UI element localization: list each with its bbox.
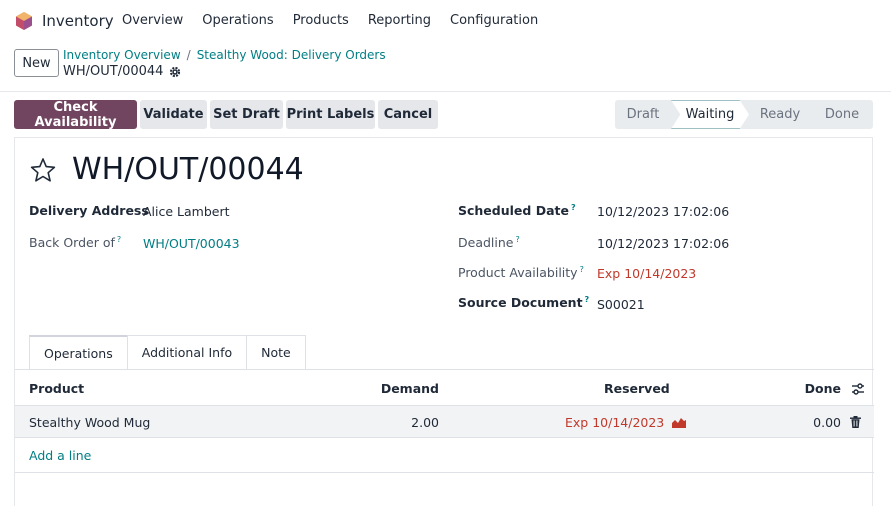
check-availability-button[interactable]: Check Availability <box>14 100 137 130</box>
source-document-value[interactable]: S00021 <box>597 297 645 312</box>
tab-additional-info[interactable]: Additional Info <box>126 335 248 369</box>
cancel-button[interactable]: Cancel <box>378 100 438 129</box>
deadline-value[interactable]: 10/12/2023 17:02:06 <box>597 236 729 251</box>
top-navbar: Inventory Overview Operations Products R… <box>0 0 891 42</box>
deadline-label: Deadline? <box>458 235 520 251</box>
source-document-label: Source Document? <box>458 295 590 311</box>
breadcrumb-delivery-orders[interactable]: Stealthy Wood: Delivery Orders <box>197 48 386 62</box>
help-tooltip-icon[interactable]: ? <box>580 265 584 274</box>
stage-waiting[interactable]: Waiting <box>671 100 749 129</box>
scheduled-date-value[interactable]: 10/12/2023 17:02:06 <box>597 204 729 219</box>
column-header-demand[interactable]: Demand <box>381 381 439 396</box>
app-name[interactable]: Inventory <box>42 12 114 30</box>
forecast-chart-icon[interactable] <box>672 417 687 428</box>
column-header-done[interactable]: Done <box>805 381 841 396</box>
product-availability-value: Exp 10/14/2023 <box>597 266 697 281</box>
control-divider <box>0 91 891 92</box>
help-tooltip-icon[interactable]: ? <box>571 203 576 212</box>
gear-icon[interactable] <box>169 66 181 78</box>
print-labels-button[interactable]: Print Labels <box>286 100 375 129</box>
delivery-address-value[interactable]: Alice Lambert <box>143 204 230 219</box>
table-bottom-divider <box>15 472 874 473</box>
column-header-product[interactable]: Product <box>29 381 84 396</box>
table-row[interactable]: Stealthy Wood Mug 2.00 Exp 10/14/2023 0.… <box>15 405 874 438</box>
help-tooltip-icon[interactable]: ? <box>515 235 519 244</box>
validate-button[interactable]: Validate <box>140 100 207 129</box>
stage-done[interactable]: Done <box>811 100 873 129</box>
set-draft-button[interactable]: Set Draft <box>210 100 283 129</box>
breadcrumb: Inventory Overview / Stealthy Wood: Delive… <box>63 48 386 62</box>
help-tooltip-icon[interactable]: ? <box>117 235 121 244</box>
help-tooltip-icon[interactable]: ? <box>585 295 590 304</box>
scheduled-date-label: Scheduled Date? <box>458 203 576 219</box>
tab-operations[interactable]: Operations <box>29 335 128 369</box>
delivery-address-label: Delivery Address <box>29 203 149 218</box>
stage-draft[interactable]: Draft <box>615 100 671 129</box>
cell-demand[interactable]: 2.00 <box>411 415 439 430</box>
stage-ready[interactable]: Ready <box>749 100 811 129</box>
menu-products[interactable]: Products <box>293 13 349 28</box>
status-bar: Draft Waiting Ready Done <box>615 100 873 129</box>
reserved-date: Exp 10/14/2023 <box>565 415 665 430</box>
back-order-link[interactable]: WH/OUT/00043 <box>143 236 240 251</box>
breadcrumb-inventory-overview[interactable]: Inventory Overview <box>63 48 181 62</box>
cell-reserved: Exp 10/14/2023 <box>565 415 687 430</box>
menu-configuration[interactable]: Configuration <box>450 13 538 28</box>
back-order-label: Back Order of? <box>29 235 122 251</box>
optional-columns-icon[interactable] <box>851 382 865 396</box>
record-title: WH/OUT/00044 <box>72 152 304 187</box>
form-sheet: WH/OUT/00044 Delivery Address Alice Lamb… <box>14 137 874 506</box>
table-header: Product Demand Reserved Done <box>15 375 874 405</box>
inventory-logo-icon[interactable] <box>14 11 34 31</box>
add-line-link[interactable]: Add a line <box>29 448 91 463</box>
cell-done[interactable]: 0.00 <box>813 415 841 430</box>
trash-icon[interactable] <box>850 416 861 428</box>
menu-reporting[interactable]: Reporting <box>368 13 431 28</box>
column-header-reserved[interactable]: Reserved <box>604 381 670 396</box>
tabs-divider <box>15 369 874 370</box>
menu-overview[interactable]: Overview <box>122 13 183 28</box>
new-button[interactable]: New <box>14 49 59 77</box>
main-menu: Overview Operations Products Reporting C… <box>122 13 557 28</box>
record-name-row: WH/OUT/00044 <box>63 64 181 79</box>
menu-operations[interactable]: Operations <box>202 13 273 28</box>
notebook-tabs: Operations Additional Info Note <box>29 335 306 369</box>
product-availability-label: Product Availability? <box>458 265 584 281</box>
cell-product[interactable]: Stealthy Wood Mug <box>29 415 150 430</box>
record-name: WH/OUT/00044 <box>63 64 164 79</box>
star-icon[interactable] <box>30 157 56 183</box>
tab-note[interactable]: Note <box>246 335 306 369</box>
